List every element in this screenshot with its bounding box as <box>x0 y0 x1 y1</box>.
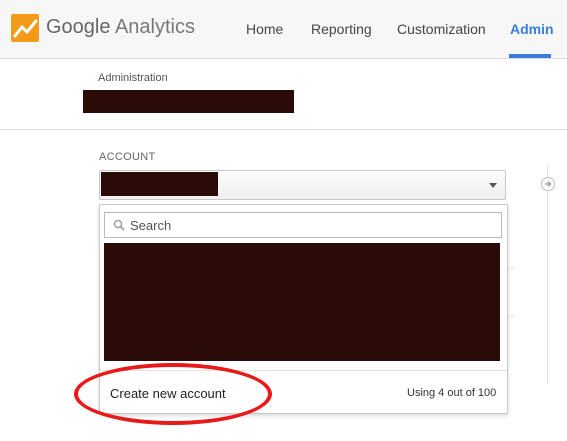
product-brand[interactable]: Google Analytics <box>46 16 195 39</box>
section-divider <box>0 129 567 130</box>
arrow-right-icon[interactable] <box>541 177 555 191</box>
nav-home[interactable]: Home <box>246 21 283 37</box>
column-guide-line <box>547 164 548 384</box>
nav-admin[interactable]: Admin <box>510 21 554 37</box>
nav-reporting[interactable]: Reporting <box>311 21 372 37</box>
redacted-account-title <box>83 90 294 113</box>
dropdown-footer-divider <box>100 370 507 371</box>
brand-google: Google <box>46 16 111 38</box>
nav-customization[interactable]: Customization <box>397 21 486 37</box>
administration-label: Administration <box>98 72 168 84</box>
brand-analytics: Analytics <box>114 16 195 38</box>
create-new-account-link[interactable]: Create new account <box>110 386 226 401</box>
chevron-down-icon[interactable] <box>489 183 497 188</box>
redacted-selected-account <box>101 172 218 196</box>
account-label: ACCOUNT <box>99 151 156 163</box>
analytics-logo-icon[interactable] <box>10 13 40 43</box>
account-usage-count: Using 4 out of 100 <box>407 387 497 399</box>
search-icon <box>113 219 125 231</box>
search-input[interactable] <box>130 215 490 235</box>
redacted-account-list <box>104 243 500 361</box>
active-tab-indicator <box>509 54 551 58</box>
top-bar: Google Analytics Home Reporting Customiz… <box>0 0 567 59</box>
